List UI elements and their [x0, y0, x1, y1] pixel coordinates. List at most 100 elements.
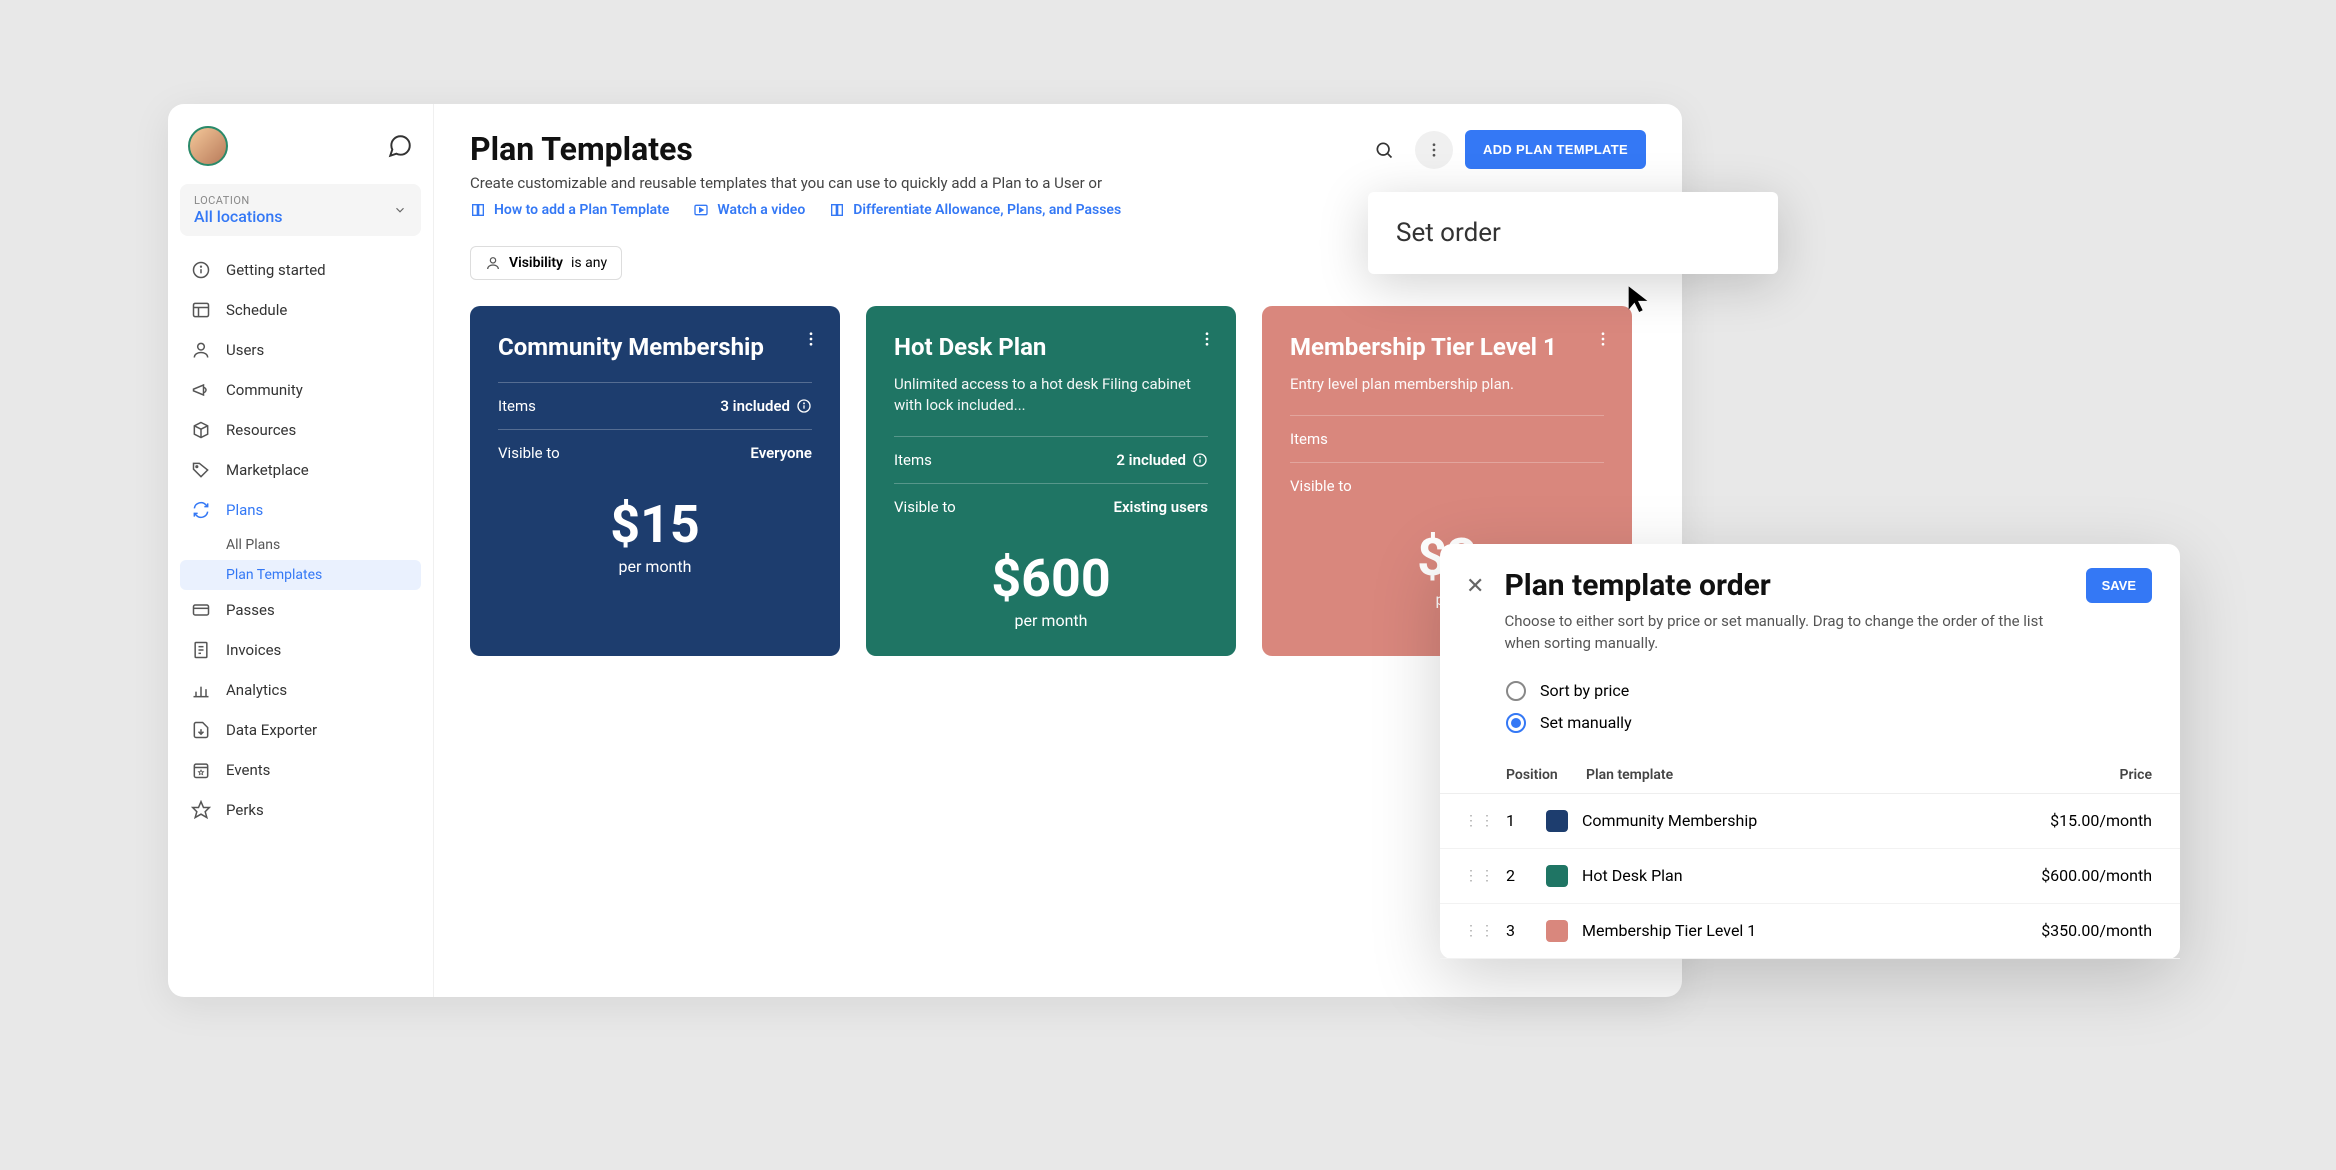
nav-label: Resources	[226, 421, 296, 439]
search-button[interactable]	[1365, 131, 1403, 169]
row-position: 3	[1488, 921, 1546, 940]
nav-label: Data Exporter	[226, 721, 317, 739]
dropdown-set-order[interactable]: Set order	[1368, 198, 1778, 268]
person-icon	[485, 255, 501, 271]
nav-label: Events	[226, 761, 270, 779]
add-plan-template-button[interactable]: ADD PLAN TEMPLATE	[1465, 130, 1646, 169]
user-icon	[190, 339, 212, 361]
megaphone-icon	[190, 379, 212, 401]
card-icon	[190, 599, 212, 621]
nav-marketplace[interactable]: Marketplace	[180, 450, 421, 490]
info-icon	[190, 259, 212, 281]
nav-label: Marketplace	[226, 461, 309, 479]
nav-invoices[interactable]: Invoices	[180, 630, 421, 670]
page-title: Plan Templates	[470, 130, 1121, 168]
calendar-star-icon	[190, 759, 212, 781]
save-button[interactable]: SAVE	[2086, 568, 2152, 603]
visible-label: Visible to	[1290, 477, 1352, 495]
order-row[interactable]: ⋮⋮ 1 Community Membership $15.00/month	[1440, 794, 2180, 849]
help-link-video[interactable]: Watch a video	[693, 202, 805, 218]
items-value: 3 included	[720, 397, 790, 415]
radio-label: Sort by price	[1540, 681, 1629, 700]
drag-handle-icon[interactable]: ⋮⋮	[1464, 923, 1488, 939]
nav-events[interactable]: Events	[180, 750, 421, 790]
filter-label: Visibility	[509, 255, 563, 271]
avatar[interactable]	[188, 126, 228, 166]
more-button[interactable]	[1415, 131, 1453, 169]
order-row[interactable]: ⋮⋮ 2 Hot Desk Plan $600.00/month	[1440, 849, 2180, 904]
nav-users[interactable]: Users	[180, 330, 421, 370]
card-title: Community Membership	[498, 332, 812, 362]
play-icon	[693, 202, 709, 218]
visible-label: Visible to	[894, 498, 956, 516]
card-more-button[interactable]	[802, 330, 820, 348]
nav-label: Schedule	[226, 301, 287, 319]
nav-all-plans[interactable]: All Plans	[180, 530, 421, 560]
help-link-how-to[interactable]: How to add a Plan Template	[470, 202, 669, 218]
close-button[interactable]: ✕	[1460, 568, 1490, 605]
nav-data-exporter[interactable]: Data Exporter	[180, 710, 421, 750]
location-selector[interactable]: LOCATION All locations	[180, 184, 421, 236]
card-more-button[interactable]	[1198, 330, 1216, 348]
star-icon	[190, 799, 212, 821]
nav-perks[interactable]: Perks	[180, 790, 421, 830]
cursor-icon	[1624, 282, 1652, 314]
row-price: $15.00/month	[1972, 811, 2152, 830]
book-icon	[829, 202, 845, 218]
nav-plan-templates[interactable]: Plan Templates	[180, 560, 421, 590]
drag-handle-icon[interactable]: ⋮⋮	[1464, 813, 1488, 829]
more-vertical-icon	[1198, 330, 1216, 348]
plan-card-hot-desk[interactable]: Hot Desk Plan Unlimited access to a hot …	[866, 306, 1236, 656]
location-label: LOCATION	[194, 194, 283, 207]
color-swatch	[1546, 810, 1568, 832]
card-more-button[interactable]	[1594, 330, 1612, 348]
nav-passes[interactable]: Passes	[180, 590, 421, 630]
nav-label: Passes	[226, 601, 275, 619]
more-vertical-icon	[1425, 141, 1443, 159]
filter-value: is any	[571, 255, 607, 271]
nav-analytics[interactable]: Analytics	[180, 670, 421, 710]
nav-label: Community	[226, 381, 303, 399]
row-price: $350.00/month	[1972, 921, 2152, 940]
nav-schedule[interactable]: Schedule	[180, 290, 421, 330]
visibility-filter[interactable]: Visibility is any	[470, 246, 622, 280]
radio-icon	[1506, 681, 1526, 701]
help-link-differentiate[interactable]: Differentiate Allowance, Plans, and Pass…	[829, 202, 1121, 218]
drag-handle-icon[interactable]: ⋮⋮	[1464, 868, 1488, 884]
search-icon	[1374, 140, 1394, 160]
radio-set-manually[interactable]: Set manually	[1506, 707, 2152, 739]
header-actions: ADD PLAN TEMPLATE	[1365, 130, 1646, 169]
row-price: $600.00/month	[1972, 866, 2152, 885]
col-price: Price	[1972, 767, 2152, 783]
row-name: Hot Desk Plan	[1582, 866, 1683, 885]
nav-label: Invoices	[226, 641, 281, 659]
refresh-icon	[190, 499, 212, 521]
nav-label: Getting started	[226, 261, 326, 279]
chat-icon[interactable]	[387, 133, 413, 159]
nav-plans[interactable]: Plans	[180, 490, 421, 530]
nav-community[interactable]: Community	[180, 370, 421, 410]
order-row[interactable]: ⋮⋮ 3 Membership Tier Level 1 $350.00/mon…	[1440, 904, 2180, 959]
download-icon	[190, 719, 212, 741]
location-value: All locations	[194, 207, 283, 226]
price-amount: $15	[498, 494, 812, 555]
visible-label: Visible to	[498, 444, 560, 462]
radio-sort-by-price[interactable]: Sort by price	[1506, 675, 2152, 707]
nav-label: Users	[226, 341, 264, 359]
nav-resources[interactable]: Resources	[180, 410, 421, 450]
items-label: Items	[1290, 430, 1328, 448]
radio-icon	[1506, 713, 1526, 733]
order-modal: ✕ Plan template order Choose to either s…	[1440, 544, 2180, 959]
nav-list: Getting started Schedule Users Community…	[180, 250, 421, 830]
nav-getting-started[interactable]: Getting started	[180, 250, 421, 290]
row-position: 1	[1488, 811, 1546, 830]
price-period: per month	[894, 611, 1208, 630]
items-label: Items	[498, 397, 536, 415]
plan-card-community[interactable]: Community Membership Items 3 included Vis…	[470, 306, 840, 656]
radio-label: Set manually	[1540, 713, 1632, 732]
nav-label: Analytics	[226, 681, 287, 699]
help-links: How to add a Plan Template Watch a video…	[470, 202, 1121, 218]
chart-icon	[190, 679, 212, 701]
page-subtitle: Create customizable and reusable templat…	[470, 174, 1121, 192]
modal-title: Plan template order	[1504, 568, 2071, 603]
